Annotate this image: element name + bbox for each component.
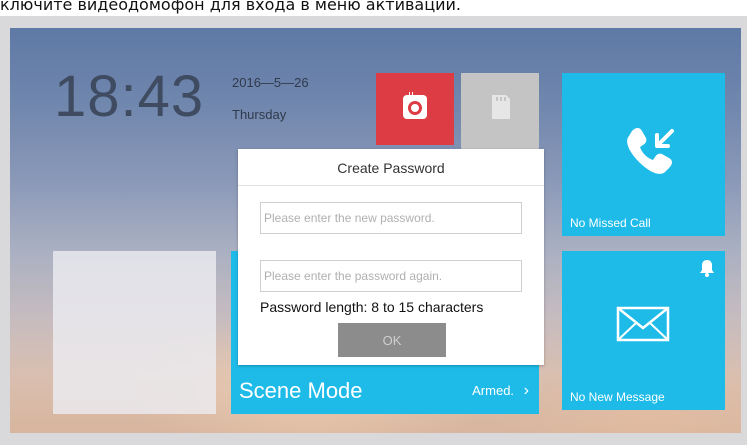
home-screen: 18:43 2016—5—26 Thursday No Missed Call … [10,28,741,433]
missed-call-tile[interactable]: No Missed Call [562,73,725,236]
chevron-right-icon: › [523,382,529,399]
clock-time: 18:43 [54,64,205,129]
caption-text: ключите видеодомофон для входа в меню ак… [0,0,461,14]
new-password-input[interactable] [260,202,522,234]
scene-status-text: Armed. [472,383,515,398]
create-password-dialog: Create Password Password length: 8 to 15… [238,149,544,365]
clock-weekday: Thursday [232,107,287,122]
ok-button[interactable]: OK [338,323,446,357]
scene-status: Armed. › [472,382,529,400]
confirm-password-input[interactable] [260,260,522,292]
blank-tile[interactable] [53,251,216,414]
bell-icon [700,260,714,277]
device-screen: 18:43 2016—5—26 Thursday No Missed Call … [0,16,747,445]
camera-capture-icon [403,92,427,119]
password-length-hint: Password length: 8 to 15 characters [260,299,484,315]
missed-call-label: No Missed Call [570,216,651,230]
sd-card-icon [492,95,510,119]
clock-date: 2016—5—26 [232,75,309,90]
sd-card-tile[interactable] [461,73,539,145]
scene-mode-label: Scene Mode [239,378,363,403]
capture-tile[interactable] [376,73,454,145]
missed-call-icon [627,128,674,174]
dialog-title: Create Password [238,149,544,186]
message-tile[interactable]: No New Message [562,251,725,410]
message-label: No New Message [570,390,665,404]
